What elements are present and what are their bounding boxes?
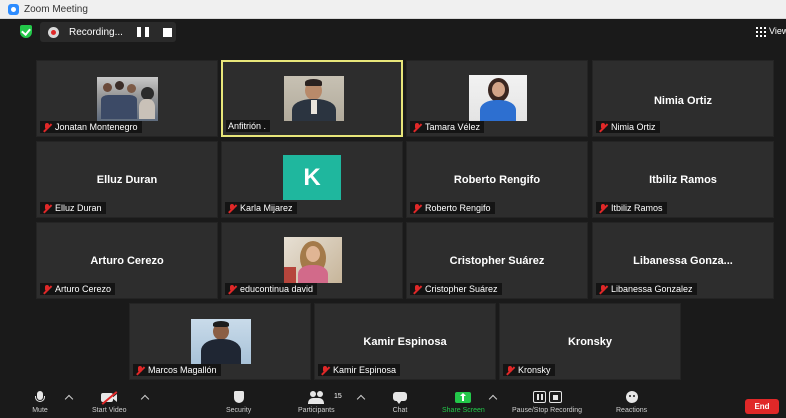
participant-display-name: Cristopher Suárez <box>449 255 545 267</box>
shield-icon <box>231 391 247 404</box>
participant-name-label: Karla Mijarez <box>225 202 297 214</box>
meeting-top-bar: Recording... View <box>0 19 786 45</box>
chat-bubble-icon <box>392 391 408 404</box>
participant-name-label: Marcos Magallón <box>133 364 221 376</box>
participant-display-name: Elluz Duran <box>96 174 158 186</box>
mic-muted-icon <box>42 284 52 294</box>
view-button[interactable]: View <box>756 26 786 37</box>
mic-muted-icon <box>598 284 608 294</box>
title-bar: Zoom Meeting <box>0 0 786 19</box>
participant-tile[interactable]: Itbiliz Ramos Itbiliz Ramos <box>592 141 774 218</box>
audio-options-caret[interactable] <box>64 394 74 404</box>
participant-tile[interactable]: Marcos Magallón <box>129 303 311 380</box>
participant-photo <box>284 76 344 121</box>
participant-tile[interactable]: Kamir Espinosa Kamir Espinosa <box>314 303 496 380</box>
stop-recording-button[interactable] <box>163 27 172 37</box>
participants-count-badge: 15 <box>334 393 342 400</box>
participant-display-name: Kronsky <box>567 336 613 348</box>
share-screen-icon <box>455 391 472 404</box>
share-options-caret[interactable] <box>488 394 498 404</box>
mic-muted-icon <box>412 203 422 213</box>
mic-muted-icon <box>412 284 422 294</box>
mic-muted-icon <box>227 203 237 213</box>
mic-muted-icon <box>598 122 608 132</box>
participant-display-name: Roberto Rengifo <box>453 174 541 186</box>
microphone-icon <box>32 391 48 404</box>
mic-muted-icon <box>598 203 608 213</box>
participant-initial-avatar: K <box>283 155 341 200</box>
end-meeting-button[interactable]: End <box>745 399 779 414</box>
mic-muted-icon <box>135 365 145 375</box>
participant-photo <box>284 237 342 283</box>
gallery-grid-icon <box>756 26 766 37</box>
participant-tile[interactable]: Kronsky Kronsky <box>499 303 681 380</box>
participant-display-name: Nimia Ortiz <box>653 95 713 107</box>
recording-label: Recording... <box>69 26 123 38</box>
participant-photo <box>191 319 251 364</box>
participant-name-label: Cristopher Suárez <box>410 283 502 295</box>
participant-name-label: Anfitrión . <box>226 120 271 132</box>
participant-photo <box>469 75 527 121</box>
participant-name-label: Jonatan Montenegro <box>40 121 142 133</box>
mic-muted-icon <box>227 284 237 294</box>
mute-button[interactable]: Mute <box>32 391 48 414</box>
participant-tile[interactable]: Arturo Cerezo Arturo Cerezo <box>36 222 218 299</box>
security-shield-icon[interactable] <box>20 25 32 38</box>
video-off-icon <box>101 391 118 405</box>
participant-name-label: Tamara Vélez <box>410 121 485 133</box>
participant-display-name: Kamir Espinosa <box>363 336 447 348</box>
window-title: Zoom Meeting <box>24 3 88 15</box>
video-options-caret[interactable] <box>140 394 150 404</box>
participant-name-label: Itbiliz Ramos <box>596 202 667 214</box>
mic-muted-icon <box>42 203 52 213</box>
recording-indicator: Recording... <box>40 22 176 42</box>
mic-muted-icon <box>412 122 422 132</box>
participant-tile[interactable]: Cristopher Suárez Cristopher Suárez <box>406 222 588 299</box>
participant-name-label: educontinua david <box>225 283 318 295</box>
participants-button[interactable]: Participants <box>298 391 335 414</box>
participant-display-name: Libanessa Gonza... <box>633 255 733 267</box>
participant-name-label: Kronsky <box>503 364 555 376</box>
pause-stop-recording-button[interactable]: Pause/Stop Recording <box>512 391 582 414</box>
reactions-button[interactable]: Reactions <box>616 391 647 414</box>
participant-photo <box>97 77 158 121</box>
participant-display-name: Itbiliz Ramos <box>649 174 717 186</box>
pause-stop-icon <box>532 391 563 404</box>
mic-muted-icon <box>320 365 330 375</box>
meeting-controls-toolbar: Mute Start Video Security Participants 1… <box>0 387 786 418</box>
participant-tile[interactable]: Jonatan Montenegro <box>36 60 218 137</box>
share-screen-button[interactable]: Share Screen <box>442 391 485 414</box>
participants-options-caret[interactable] <box>356 394 366 404</box>
pause-recording-button[interactable] <box>137 27 149 37</box>
participant-tile[interactable]: Libanessa Gonza... Libanessa Gonzalez <box>592 222 774 299</box>
mic-muted-icon <box>505 365 515 375</box>
mic-muted-icon <box>42 122 52 132</box>
participant-name-label: Arturo Cerezo <box>40 283 116 295</box>
chat-button[interactable]: Chat <box>392 391 408 414</box>
participant-tile[interactable]: Roberto Rengifo Roberto Rengifo <box>406 141 588 218</box>
start-video-button[interactable]: Start Video <box>92 391 127 414</box>
security-button[interactable]: Security <box>226 391 251 414</box>
participant-tile[interactable]: Tamara Vélez <box>406 60 588 137</box>
participant-display-name: Arturo Cerezo <box>90 255 164 267</box>
participant-tile[interactable]: K Karla Mijarez <box>221 141 403 218</box>
participant-name-label: Nimia Ortiz <box>596 121 660 133</box>
participant-name-label: Roberto Rengifo <box>410 202 495 214</box>
view-label: View <box>769 26 786 36</box>
smiley-icon <box>624 391 640 404</box>
participant-name-label: Elluz Duran <box>40 202 106 214</box>
recording-icon <box>48 26 59 38</box>
participant-tile-active-speaker[interactable]: Anfitrión . <box>221 60 403 137</box>
participant-tile[interactable]: educontinua david <box>221 222 403 299</box>
participant-name-label: Kamir Espinosa <box>318 364 401 376</box>
participant-tile[interactable]: Nimia Ortiz Nimia Ortiz <box>592 60 774 137</box>
zoom-app-icon <box>8 3 19 15</box>
participant-tile[interactable]: Elluz Duran Elluz Duran <box>36 141 218 218</box>
participants-icon <box>308 391 325 404</box>
participant-name-label: Libanessa Gonzalez <box>596 283 697 295</box>
